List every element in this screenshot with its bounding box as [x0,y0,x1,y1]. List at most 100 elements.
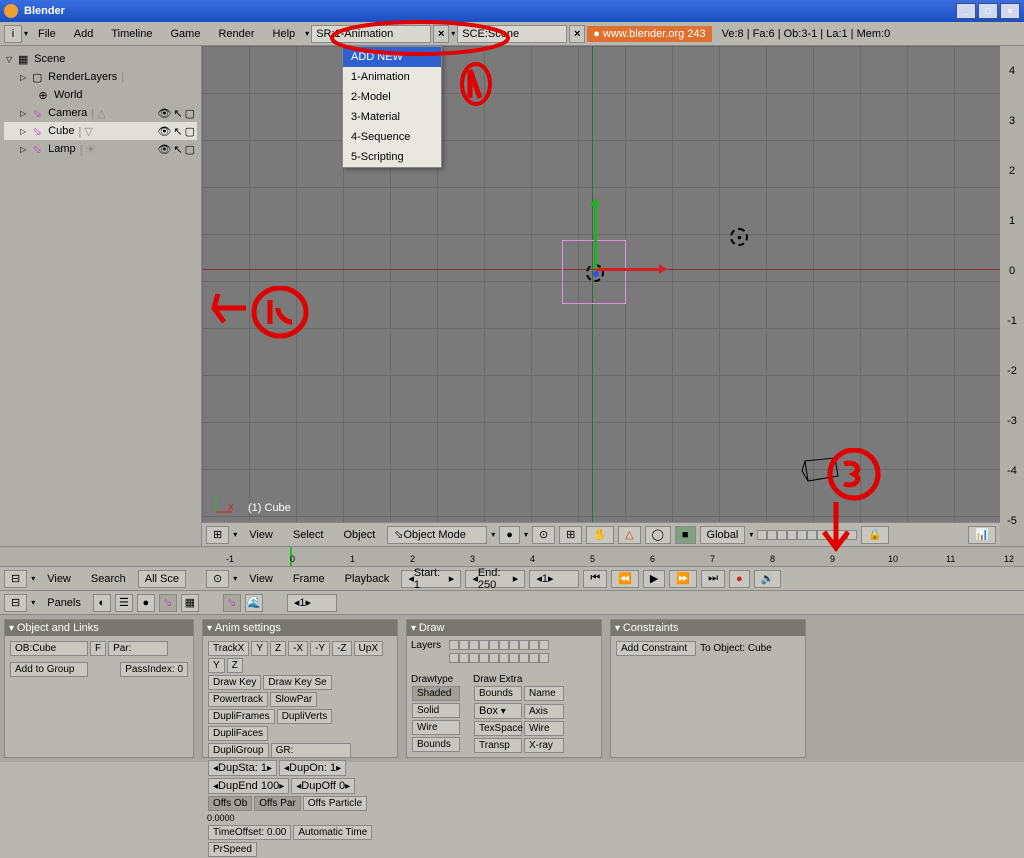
play-button[interactable]: ▶ [643,570,665,588]
subcontext-icon[interactable]: ⬂ [223,594,241,612]
context-script-icon[interactable]: ☰ [115,594,133,612]
cursor-icon[interactable]: ↖ [173,143,182,156]
tree-world[interactable]: ⊕ World [4,86,197,104]
forward-end-button[interactable]: ⏭ [701,570,725,588]
timeline-playback-menu[interactable]: Playback [337,571,398,587]
subcontext-physics-icon[interactable]: 🌊 [245,594,263,612]
menu-help[interactable]: Help [265,26,304,42]
tree-scene[interactable]: ▽ ▦ Scene [4,50,197,68]
timeline-frame-menu[interactable]: Frame [285,571,333,587]
gizmo-y-arrow[interactable] [594,204,597,269]
render-icon[interactable]: ▢ [185,143,195,156]
f-button[interactable]: F [90,641,106,656]
scene-close-button[interactable]: × [569,25,585,43]
minimize-button[interactable]: _ [956,3,976,19]
timeline-view-menu[interactable]: View [241,571,281,587]
context-shading-icon[interactable]: ● [137,594,155,612]
eye-icon[interactable]: 👁 [157,107,171,120]
outliner-view-menu[interactable]: View [39,571,79,587]
3d-viewport[interactable]: x (1) Cube ADD NEW 1-Animation 2-Model 3… [202,46,1000,546]
expand-icon[interactable]: ▷ [20,109,26,118]
gizmo-x-arrow[interactable] [596,268,661,271]
par-field[interactable]: Par: [108,641,168,656]
expand-icon[interactable]: ▷ [20,73,26,82]
frame-field[interactable]: ◂ 1 ▸ [287,594,337,612]
tree-cube[interactable]: ▷ ⬂ Cube | ▽ 👁↖▢ [4,122,197,140]
add-constraint-button[interactable]: Add Constraint [616,641,696,656]
record-button[interactable]: ● [729,570,750,588]
dropdown-animation[interactable]: 1-Animation [343,67,441,87]
hand-icon[interactable]: ✋ [586,526,614,544]
chevron-icon[interactable]: ▾ [24,29,28,38]
menu-render[interactable]: Render [210,26,262,42]
eye-icon[interactable]: 👁 [157,143,171,156]
add-group-button[interactable]: Add to Group [10,662,88,677]
pivot-icon[interactable]: ⊙ [532,526,555,544]
dropdown-header[interactable]: ADD NEW [343,47,441,67]
view-menu[interactable]: View [241,527,281,543]
eye-icon[interactable]: 👁 [157,125,171,138]
context-object-icon[interactable]: ⬂ [159,594,177,612]
maximize-button[interactable]: □ [978,3,998,19]
end-frame-field[interactable]: ◂ End: 250 ▸ [465,570,525,588]
close-button[interactable]: × [1000,3,1020,19]
menu-game[interactable]: Game [163,26,209,42]
timeline-ruler[interactable]: -1 0 1 2 3 4 5 6 7 8 9 10 11 12 [0,546,1024,566]
render-icon[interactable]: ▢ [185,107,195,120]
cursor-icon[interactable]: ↖ [173,125,182,138]
screen-field[interactable]: SR:1-Animation [311,25,431,43]
orientation-selector[interactable]: Global [700,526,746,544]
menu-add[interactable]: Add [66,26,102,42]
mode-selector[interactable]: ⬂ Object Mode [387,526,487,544]
scene-field[interactable]: SCE:Scene [457,25,567,43]
outliner-search-menu[interactable]: Search [83,571,134,587]
ob-name-field[interactable]: OB:Cube [10,641,88,656]
circle-icon[interactable]: ◯ [645,526,671,544]
expand-icon[interactable]: ▷ [20,145,26,154]
screen-chevron-icon[interactable]: ▾ [305,29,309,38]
current-frame-field[interactable]: ◂ 1 ▸ [529,570,579,588]
blender-link[interactable]: ● www.blender.org 243 [587,26,711,42]
cursor-icon[interactable]: ↖ [173,107,182,120]
tree-lamp[interactable]: ▷ ⬂ Lamp | ☀ 👁↖▢ [4,140,197,158]
scene-chevron-icon[interactable]: ▾ [451,29,455,38]
menu-timeline[interactable]: Timeline [103,26,160,42]
info-icon[interactable]: i [4,25,22,43]
passindex-field[interactable]: PassIndex: 0 [120,662,188,677]
tree-camera[interactable]: ▷ ⬂ Camera | △ 👁↖▢ [4,104,197,122]
rewind-start-button[interactable]: ⏮ [583,570,607,588]
widget-icon[interactable]: ⊞ [559,526,582,544]
lock-icon[interactable]: 🔒 [861,526,889,544]
forward-button[interactable]: ⏩ [669,570,697,588]
layer-buttons[interactable] [757,530,857,540]
menu-file[interactable]: File [30,26,64,42]
shading-icon[interactable]: ● [499,526,520,544]
lamp-object[interactable] [730,228,748,246]
start-frame-field[interactable]: ◂ Start: 1 ▸ [401,570,461,588]
rewind-button[interactable]: ⏪ [611,570,639,588]
dropdown-scripting[interactable]: 5-Scripting [343,147,441,167]
dropdown-material[interactable]: 3-Material [343,107,441,127]
triangle-icon[interactable]: △ [618,526,640,544]
camera-object[interactable] [800,456,840,486]
dropdown-model[interactable]: 2-Model [343,87,441,107]
render-icon[interactable]: 📊 [968,526,996,544]
viewport-type-icon[interactable]: ⊞ [206,526,229,544]
speaker-icon[interactable]: 🔊 [754,570,782,588]
context-editing-icon[interactable]: ▦ [181,594,199,612]
chevron-icon[interactable]: ▾ [233,530,237,539]
buttons-type-icon[interactable]: ⊟ [4,594,27,612]
timeline-type-icon[interactable]: ⊙ [206,570,229,588]
context-logic-icon[interactable]: ◐ [93,594,111,612]
outliner-filter[interactable]: All Sce [138,570,186,588]
dropdown-sequence[interactable]: 4-Sequence [343,127,441,147]
object-menu[interactable]: Object [335,527,383,543]
render-icon[interactable]: ▢ [185,125,195,138]
tree-renderlayers[interactable]: ▷ ▢ RenderLayers | [4,68,197,86]
select-menu[interactable]: Select [285,527,332,543]
square-icon[interactable]: ■ [675,526,696,544]
screen-close-button[interactable]: × [433,25,449,43]
expand-icon[interactable]: ▷ [20,127,26,136]
outliner-type-icon[interactable]: ⊟ [4,570,27,588]
expand-icon[interactable]: ▽ [6,55,12,64]
